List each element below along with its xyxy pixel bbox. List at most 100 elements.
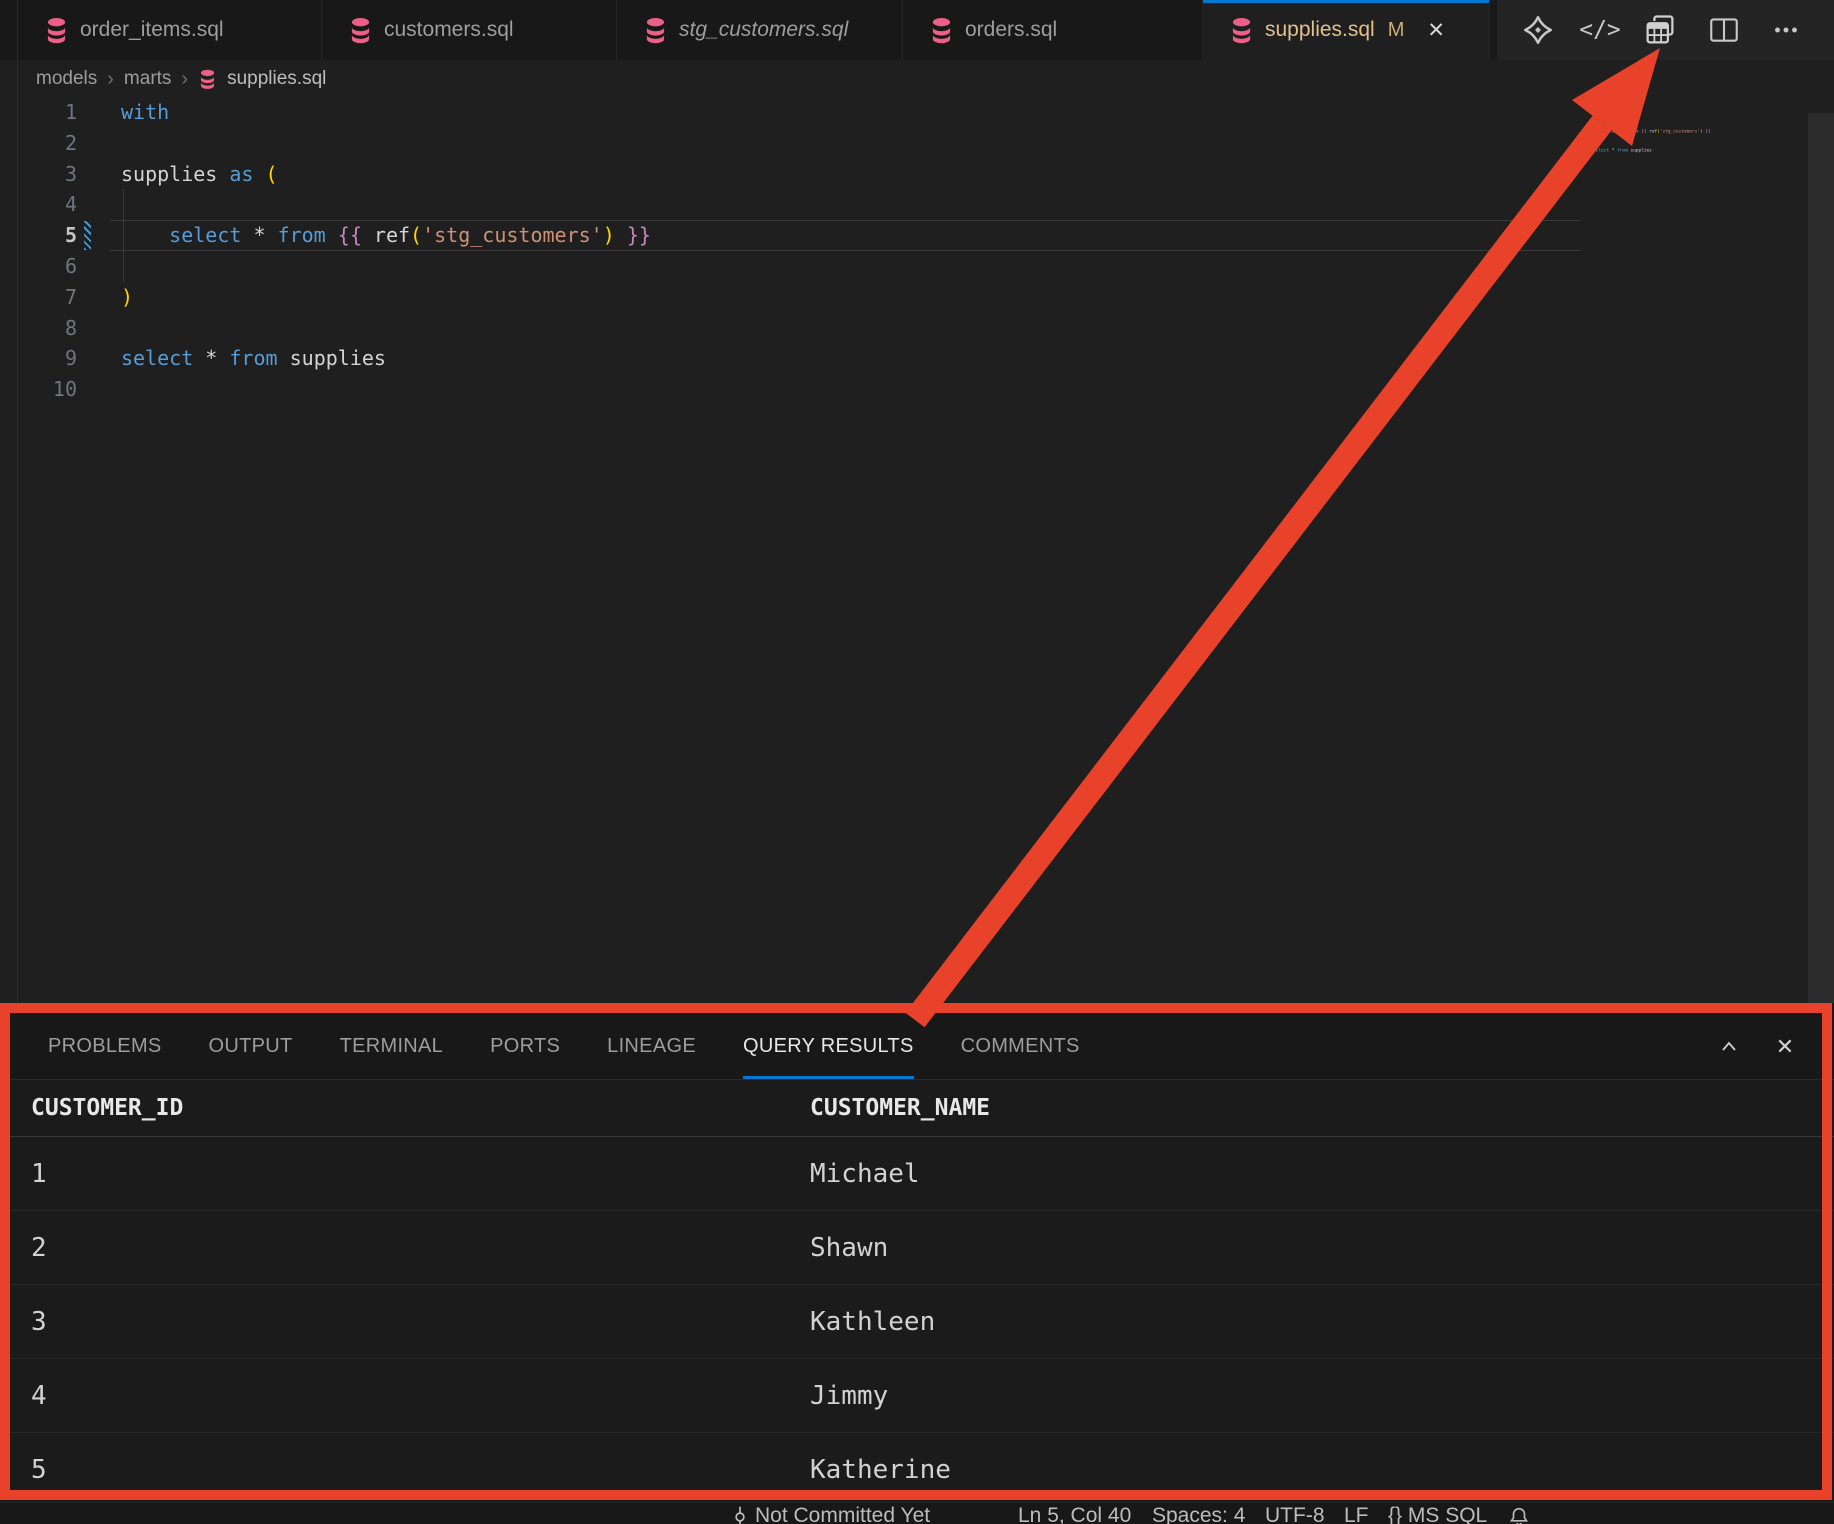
table-cell: 2	[31, 1211, 47, 1285]
panel-tab-problems[interactable]: PROBLEMS	[48, 1013, 162, 1079]
chevron-right-icon: ›	[181, 68, 188, 91]
panel-close-button[interactable]: ✕	[1768, 1013, 1802, 1080]
column-header[interactable]: CUSTOMER_NAME	[810, 1080, 990, 1137]
database-icon	[1229, 17, 1254, 44]
dbt-icon[interactable]	[1512, 0, 1564, 60]
bottom-panel: PROBLEMS OUTPUT TERMINAL PORTS LINEAGE QUERY …	[0, 1003, 1834, 1502]
panel-tab-query-results[interactable]: QUERY RESULTS	[743, 1013, 914, 1079]
status-item[interactable]: UTF-8	[1265, 1504, 1325, 1524]
code-line-3[interactable]: 3 supplies as (	[0, 159, 1593, 190]
editor-tab-orders-sql[interactable]: orders.sql	[903, 0, 1203, 60]
line-number: 9	[0, 343, 77, 374]
panel-tab-ports[interactable]: PORTS	[490, 1013, 560, 1079]
code-line-2[interactable]: 2	[0, 128, 1593, 159]
code-editor[interactable]: 1 with 23 supplies as ( 45 select * from {{ …	[0, 97, 1593, 405]
editor-tab-supplies-sql[interactable]: supplies.sql M ✕	[1203, 0, 1490, 60]
modified-badge: M	[1388, 19, 1405, 42]
line-number: 7	[0, 282, 77, 313]
table-row[interactable]: 3 Kathleen	[0, 1285, 1834, 1359]
table-cell: Jimmy	[810, 1359, 888, 1433]
modified-line-gutter-marker	[84, 221, 91, 250]
database-icon	[348, 17, 373, 44]
panel-tab-terminal[interactable]: TERMINAL	[340, 1013, 444, 1079]
editor-tab-bar: order_items.sql customers.sql stg_custom…	[0, 0, 1834, 60]
code-text: supplies as (	[121, 159, 278, 190]
editor-tab-customers-sql[interactable]: customers.sql	[322, 0, 617, 60]
breadcrumb[interactable]: models › marts › supplies.sql	[18, 61, 1834, 97]
tab-label: orders.sql	[965, 18, 1057, 42]
line-number: 4	[0, 189, 77, 220]
database-icon	[198, 69, 217, 90]
code-line-7[interactable]: 7)	[0, 282, 1593, 313]
breadcrumb-segment[interactable]: models	[36, 68, 97, 90]
table-row[interactable]: 1 Michael	[0, 1137, 1834, 1211]
code-line-1[interactable]: 1 with	[0, 97, 1593, 128]
minimap[interactable]: with supplies as ( select * from {{ ref(…	[1593, 110, 1711, 157]
tab-label: order_items.sql	[80, 18, 224, 42]
table-row[interactable]: 4 Jimmy	[0, 1359, 1834, 1433]
status-item-bell[interactable]	[1508, 1504, 1530, 1524]
code-line-8[interactable]: 8	[0, 313, 1593, 344]
status-item[interactable]: Ln 5, Col 40	[1018, 1504, 1131, 1524]
close-icon[interactable]: ✕	[1427, 18, 1445, 43]
code-line-6[interactable]: 6	[0, 251, 1593, 282]
editor-tab-stg_customers-sql[interactable]: stg_customers.sql	[617, 0, 903, 60]
line-number: 5	[0, 220, 77, 251]
breadcrumb-segment[interactable]: marts	[124, 68, 172, 90]
code-text: )	[121, 282, 133, 313]
compile-code-icon[interactable]: </>	[1574, 0, 1626, 60]
line-number: 1	[0, 97, 77, 128]
panel-collapse-button[interactable]	[1712, 1013, 1746, 1080]
query-preview-icon[interactable]	[1634, 0, 1686, 60]
table-cell: 5	[31, 1433, 47, 1502]
table-cell: 4	[31, 1359, 47, 1433]
code-line-9[interactable]: 9 select * from supplies	[0, 343, 1593, 374]
breadcrumb-file[interactable]: supplies.sql	[227, 68, 326, 90]
vscode-window: { "colors":{ "accent_blue":"#0078d4","ta…	[0, 0, 1834, 1524]
query-results-table: CUSTOMER_ID CUSTOMER_NAME 1 Michael 2 Shawn 3 K…	[0, 1080, 1834, 1502]
tab-label: customers.sql	[384, 18, 514, 42]
table-cell: Kathleen	[810, 1285, 935, 1359]
code-line-4[interactable]: 4	[0, 189, 1593, 220]
table-cell: 3	[31, 1285, 47, 1359]
table-cell: 1	[31, 1137, 47, 1211]
minimap-modified-marker	[1588, 127, 1593, 138]
editor-actions-toolbar: </>	[1497, 0, 1834, 60]
line-number: 10	[0, 374, 77, 405]
tab-label: supplies.sql	[1265, 18, 1375, 42]
indent-guide	[123, 189, 124, 220]
table-row[interactable]: 2 Shawn	[0, 1211, 1834, 1285]
column-header[interactable]: CUSTOMER_ID	[31, 1080, 183, 1137]
split-editor-icon[interactable]	[1698, 0, 1750, 60]
chevron-right-icon: ›	[107, 68, 114, 91]
code-line-10[interactable]: 10	[0, 374, 1593, 405]
indent-guide	[123, 251, 124, 282]
table-row[interactable]: 5 Katherine	[0, 1433, 1834, 1502]
code-line-5[interactable]: 5 select * from {{ ref('stg_customers') …	[0, 220, 1593, 251]
code-text: select * from supplies	[121, 343, 386, 374]
table-cell: Michael	[810, 1137, 920, 1211]
editor-scrollbar[interactable]	[1808, 113, 1834, 1003]
editor-tab-order_items-sql[interactable]: order_items.sql	[18, 0, 322, 60]
panel-tab-lineage[interactable]: LINEAGE	[607, 1013, 696, 1079]
status-item[interactable]: {} MS SQL	[1388, 1504, 1487, 1524]
code-text: with	[121, 97, 169, 128]
more-actions-icon[interactable]	[1760, 0, 1812, 60]
panel-tab-bar: PROBLEMS OUTPUT TERMINAL PORTS LINEAGE QUERY …	[0, 1013, 1834, 1080]
close-icon: ✕	[1776, 1034, 1794, 1060]
line-number: 3	[0, 159, 77, 190]
panel-tab-output[interactable]: OUTPUT	[209, 1013, 293, 1079]
editor-tabs: order_items.sql customers.sql stg_custom…	[18, 0, 1490, 60]
line-number: 6	[0, 251, 77, 282]
status-item-git-commit[interactable]: Not Committed Yet	[731, 1504, 930, 1524]
line-number: 8	[0, 313, 77, 344]
status-item[interactable]: LF	[1344, 1504, 1369, 1524]
sidebar-boundary-divider	[17, 0, 18, 1003]
database-icon	[929, 17, 954, 44]
status-item[interactable]: Spaces: 4	[1152, 1504, 1245, 1524]
table-cell: Shawn	[810, 1211, 888, 1285]
panel-tab-comments[interactable]: COMMENTS	[961, 1013, 1080, 1079]
table-cell: Katherine	[810, 1433, 951, 1502]
line-number: 2	[0, 128, 77, 159]
tab-label: stg_customers.sql	[679, 18, 848, 42]
